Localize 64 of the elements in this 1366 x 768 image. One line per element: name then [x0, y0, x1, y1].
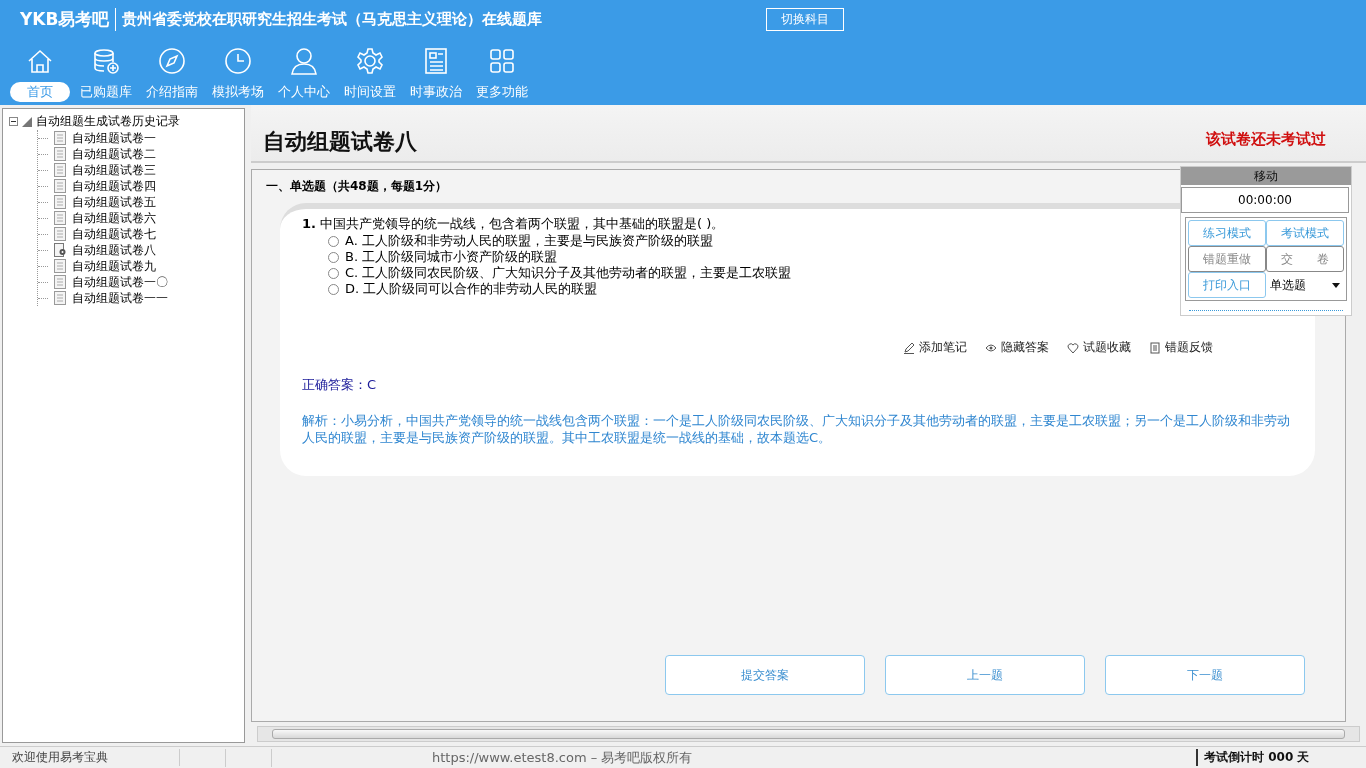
- tree-item[interactable]: 自动组题试卷二: [72, 145, 156, 163]
- notebook-icon: [1149, 341, 1161, 354]
- eye-icon: [985, 341, 997, 354]
- action-link[interactable]: 错题反馈: [1149, 339, 1213, 356]
- document-icon: [54, 211, 66, 225]
- document-icon: [54, 147, 66, 161]
- folder-triangle-icon: [22, 116, 32, 127]
- option-text: B. 工人阶级同城市小资产阶级的联盟: [345, 248, 558, 266]
- nav-button[interactable]: 提交答案: [665, 655, 865, 695]
- tree-item[interactable]: 自动组题试卷七: [72, 225, 156, 243]
- action-link[interactable]: 添加笔记: [903, 339, 967, 356]
- radio-button[interactable]: [328, 267, 339, 279]
- document-icon: [54, 163, 66, 177]
- copyright-text: https://www.etest8.com – 易考吧版权所有: [432, 748, 693, 767]
- option-text: C. 工人阶级同农民阶级、广大知识分子及其他劳动者的联盟，主要是工农联盟: [345, 264, 792, 282]
- document-pin-icon: [54, 243, 66, 257]
- document-icon: [54, 195, 66, 209]
- correct-answer: 正确答案：C: [302, 376, 378, 394]
- radio-button[interactable]: [328, 283, 339, 295]
- radio-button[interactable]: [328, 251, 339, 263]
- tree-item[interactable]: 自动组题试卷三: [72, 161, 156, 179]
- user-icon: [289, 46, 319, 76]
- document-icon: [54, 179, 66, 193]
- compass-icon: [157, 46, 187, 76]
- document-icon: [54, 227, 66, 241]
- tree-item[interactable]: 自动组题试卷一〇: [72, 273, 168, 291]
- tree-item[interactable]: 自动组题试卷五: [72, 193, 156, 211]
- document-icon: [54, 259, 66, 273]
- tree-item[interactable]: 自动组题试卷八: [72, 241, 156, 259]
- heart-icon: [1067, 341, 1079, 354]
- action-link[interactable]: 试题收藏: [1067, 339, 1131, 356]
- section-heading: 一、单选题（共48题，每题1分）: [265, 178, 449, 195]
- document-icon: [54, 291, 66, 305]
- nav-button[interactable]: 上一题: [885, 655, 1085, 695]
- database-icon: [91, 46, 121, 76]
- tree-item[interactable]: 自动组题试卷九: [72, 257, 156, 275]
- collapse-toggle-icon[interactable]: [9, 117, 18, 126]
- radio-button[interactable]: [328, 235, 339, 247]
- paper-title: 自动组题试卷八: [263, 128, 417, 156]
- horizontal-scrollbar[interactable]: [257, 726, 1360, 742]
- tree-item[interactable]: 自动组题试卷六: [72, 209, 156, 227]
- paper-status: 该试卷还未考试过: [1206, 130, 1326, 149]
- tree-item[interactable]: 自动组题试卷一一: [72, 289, 168, 307]
- countdown-text: 考试倒计时 000 天: [1196, 749, 1366, 766]
- action-link[interactable]: 隐藏答案: [985, 339, 1049, 356]
- option-text: A. 工人阶级和非劳动人民的联盟，主要是与民族资产阶级的联盟: [345, 232, 713, 250]
- move-handle[interactable]: 移动: [1181, 167, 1351, 185]
- document-icon: [54, 275, 66, 289]
- tree-item[interactable]: 自动组题试卷一: [72, 129, 156, 147]
- settings-icon: [355, 46, 385, 76]
- tree-root-label[interactable]: 自动组题生成试卷历史记录: [36, 113, 180, 130]
- clock-icon: [223, 46, 253, 76]
- tree-item[interactable]: 自动组题试卷四: [72, 177, 156, 195]
- app-title: 贵州省委党校在职研究生招生考试（马克思主义理论）在线题库: [121, 9, 544, 29]
- document-icon: [54, 131, 66, 145]
- timer-display: 00:00:00: [1181, 187, 1349, 213]
- answer-analysis: 解析：小易分析，中国共产党领导的统一战线包含两个联盟：一个是工人阶级同农民阶级、广大知识分子及其他劳动者的联盟，主要是工农联盟；另一个是工人阶级和非劳动人民的联盟，主要是与民族资产阶级的联盟。其中工农联盟是统一战线的基础，故本题选C。: [302, 412, 1291, 446]
- pencil-icon: [903, 341, 915, 354]
- app-logo: YKB易考吧: [20, 7, 117, 31]
- dropdown-caret-icon: [1332, 282, 1340, 288]
- welcome-text: 欢迎使用易考宝典: [0, 749, 180, 766]
- grid-icon: [487, 46, 517, 76]
- nav-button[interactable]: 下一题: [1105, 655, 1305, 695]
- option-text: D. 工人阶级同可以合作的非劳动人民的联盟: [345, 280, 598, 298]
